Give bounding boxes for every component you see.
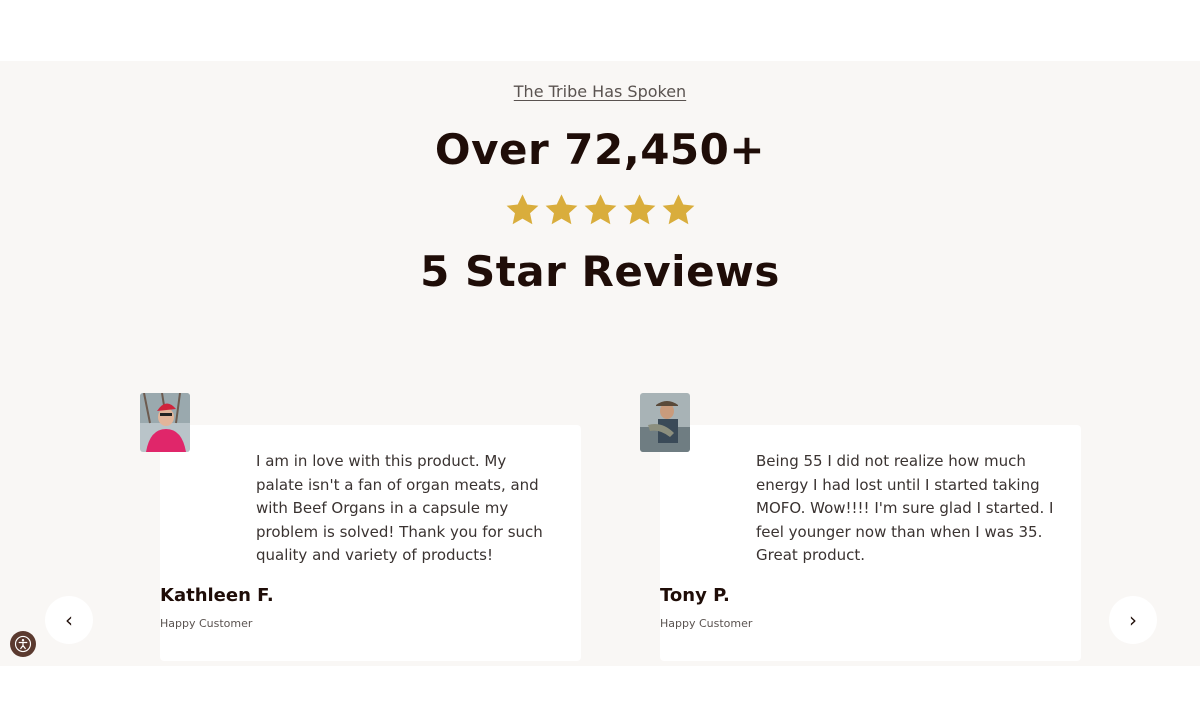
- accessibility-button[interactable]: [10, 631, 36, 657]
- review-count-headline: Over 72,450+: [434, 125, 766, 174]
- review-quote: I am in love with this product. My palat…: [256, 452, 543, 564]
- avatar: [140, 393, 190, 452]
- avatar: [640, 393, 690, 452]
- review-author: Tony P.: [660, 585, 730, 606]
- reviews-section: The Tribe Has Spoken Over 72,450+ 5 Star…: [0, 61, 1200, 666]
- review-card: I am in love with this product. My palat…: [160, 425, 581, 661]
- review-quote: Being 55 I did not realize how much ener…: [756, 452, 1054, 564]
- review-author: Kathleen F.: [160, 585, 274, 606]
- five-star-headline: 5 Star Reviews: [420, 247, 780, 296]
- tribe-link[interactable]: The Tribe Has Spoken: [0, 82, 1200, 101]
- star-rating: [0, 192, 1200, 229]
- review-author-role: Happy Customer: [660, 617, 753, 630]
- star-icon: [584, 194, 616, 225]
- review-author-role: Happy Customer: [160, 617, 253, 630]
- star-icon: [506, 194, 538, 225]
- customer-photo-icon: [640, 393, 690, 452]
- star-icon: [545, 194, 577, 225]
- customer-photo-icon: [140, 393, 190, 452]
- carousel-prev-button[interactable]: ‹: [45, 596, 93, 644]
- carousel-next-button[interactable]: ›: [1109, 596, 1157, 644]
- star-icon: [662, 194, 694, 225]
- accessibility-icon: [14, 635, 32, 653]
- star-icon: [623, 194, 655, 225]
- review-card: Being 55 I did not realize how much ener…: [660, 425, 1081, 661]
